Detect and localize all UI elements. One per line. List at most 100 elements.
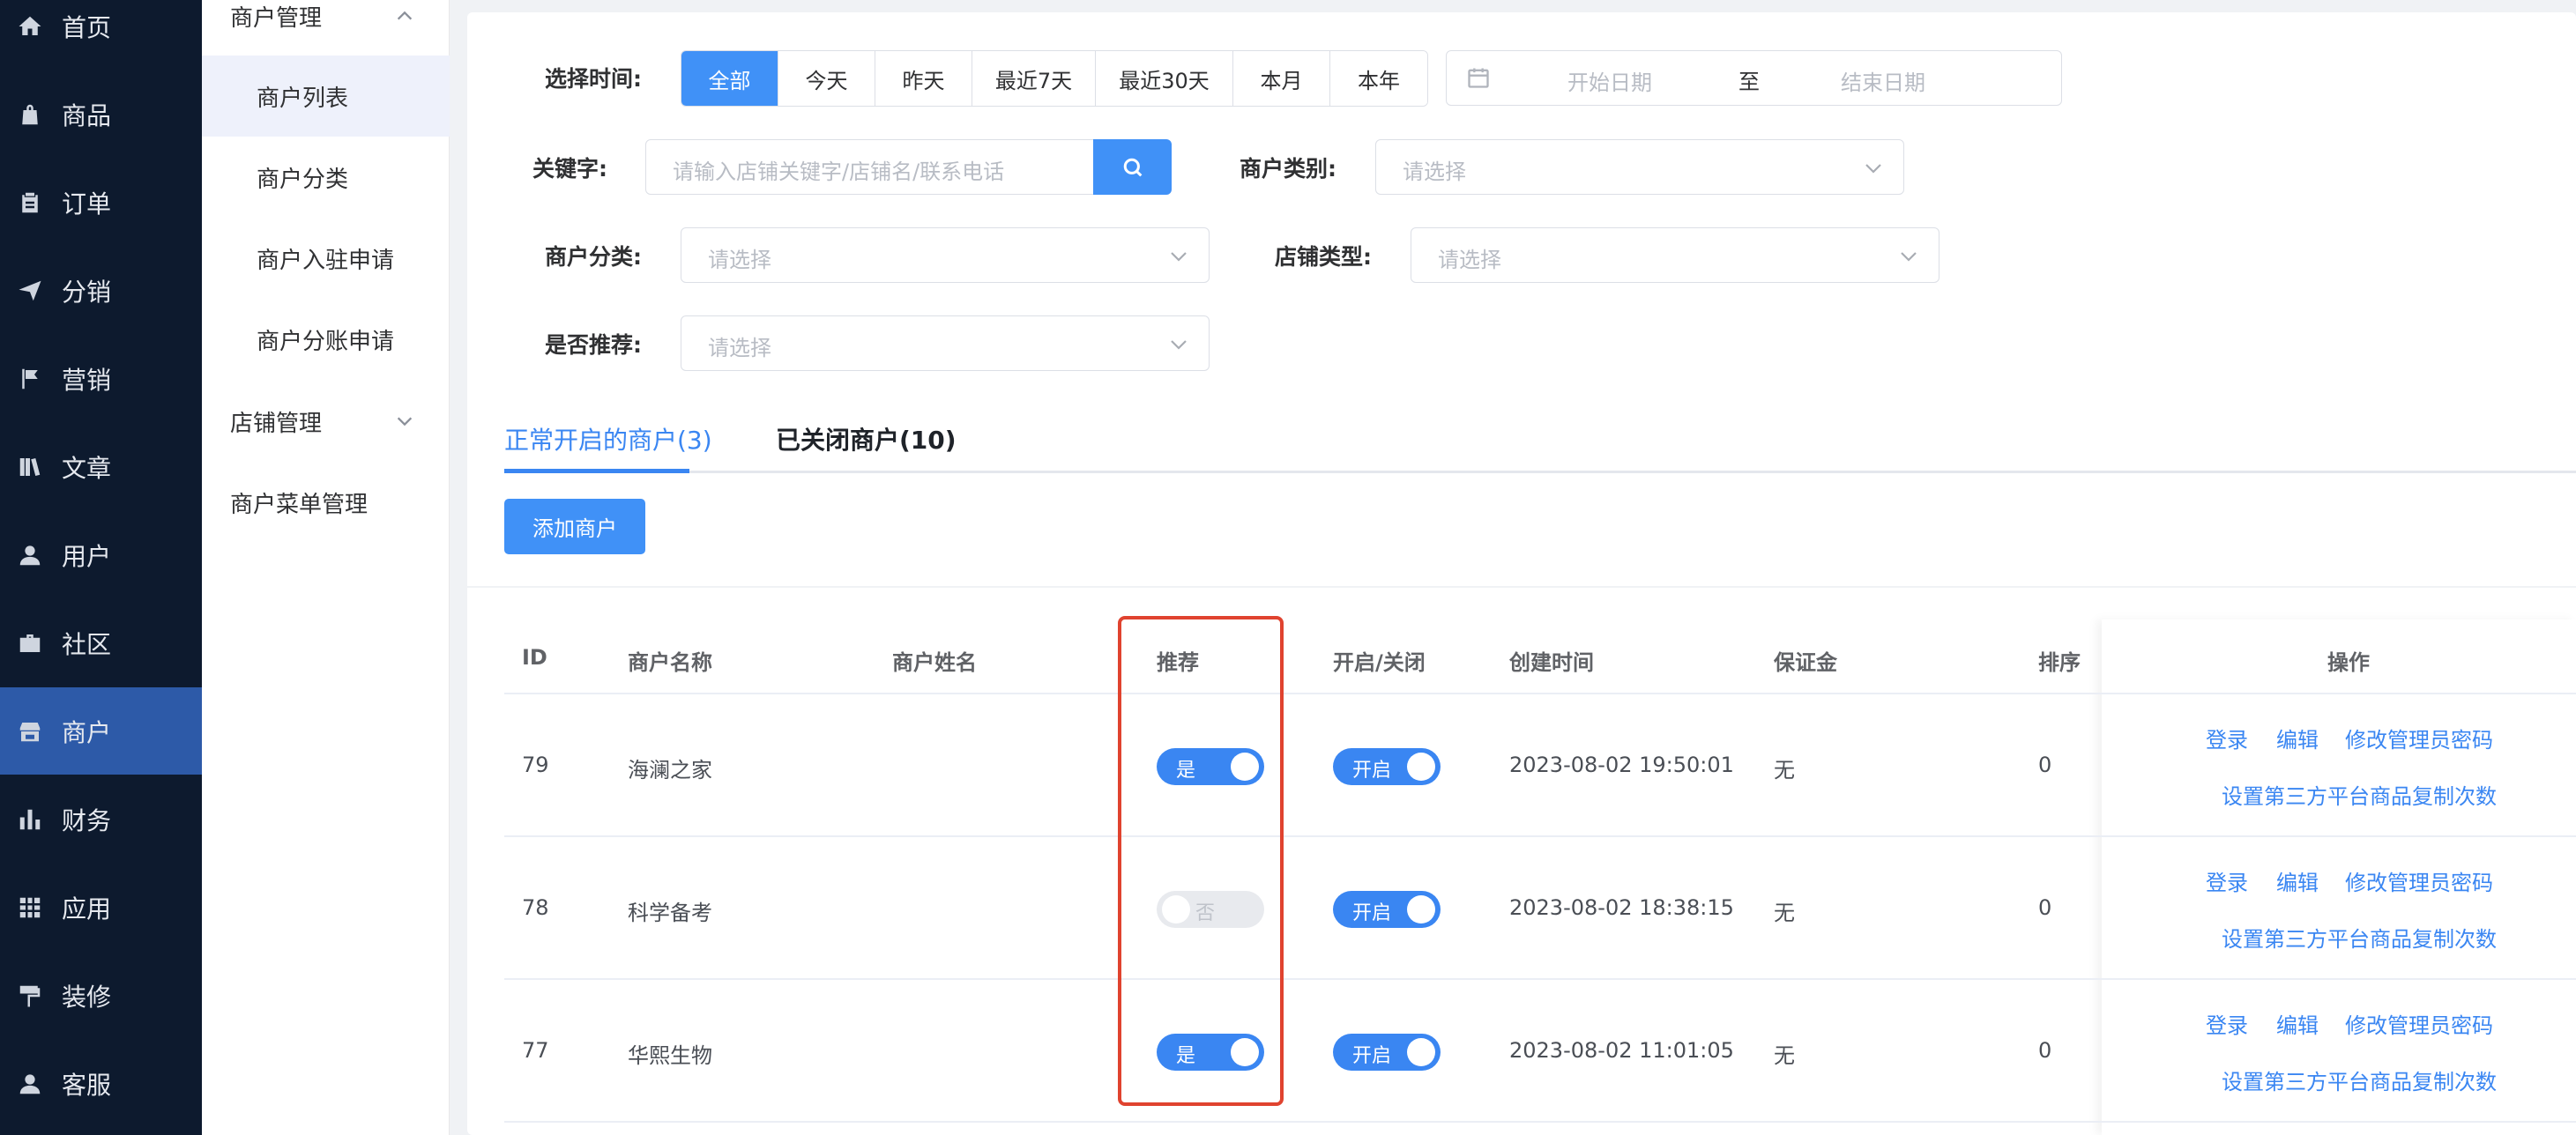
date-range-picker[interactable]: 开始日期 至 结束日期 xyxy=(1446,50,2062,106)
time-option-30days[interactable]: 最近30天 xyxy=(1096,51,1233,106)
col-header-created: 创建时间 xyxy=(1509,650,1594,675)
select-placeholder: 请选择 xyxy=(1403,159,1466,184)
nav-item-articles[interactable]: 文章 xyxy=(0,423,202,510)
chevron-up-icon xyxy=(395,5,414,25)
nav-item-distribution[interactable]: 分销 xyxy=(0,247,202,334)
time-option-7days[interactable]: 最近7天 xyxy=(972,51,1096,106)
store-type-label: 店铺类型: xyxy=(1275,244,1372,270)
nav-item-apps[interactable]: 应用 xyxy=(0,864,202,951)
subnav-item-label: 商户分类 xyxy=(257,166,349,193)
login-link[interactable]: 登录 xyxy=(2206,1008,2248,1039)
cell-created: 2023-08-02 19:50:01 xyxy=(1509,753,1734,777)
grid-icon xyxy=(16,894,44,922)
edit-link[interactable]: 编辑 xyxy=(2276,1008,2319,1039)
cell-created: 2023-08-02 11:01:05 xyxy=(1509,1038,1734,1063)
nav-item-label: 应用 xyxy=(62,894,112,924)
subnav-item-merchant-category[interactable]: 商户分类 xyxy=(202,137,450,218)
nav-item-goods[interactable]: 商品 xyxy=(0,70,202,158)
keyword-input[interactable]: 请输入店铺关键字/店铺名/联系电话 xyxy=(645,139,1095,195)
recommend-filter-label: 是否推荐: xyxy=(545,332,642,358)
merchant-type-select[interactable]: 请选择 xyxy=(1375,139,1904,195)
date-range-separator: 至 xyxy=(1738,70,1760,94)
merchant-category-select[interactable]: 请选择 xyxy=(681,227,1210,283)
nav-item-label: 商户 xyxy=(62,717,112,747)
edit-link[interactable]: 编辑 xyxy=(2276,723,2319,753)
home-icon xyxy=(16,12,44,41)
open-switch[interactable]: 开启 xyxy=(1333,1034,1441,1071)
nav-item-users[interactable]: 用户 xyxy=(0,511,202,598)
select-placeholder: 请选择 xyxy=(1438,248,1501,272)
set-copy-count-link[interactable]: 设置第三方平台商品复制次数 xyxy=(2222,779,2497,810)
user-icon xyxy=(16,541,44,569)
edit-link[interactable]: 编辑 xyxy=(2276,865,2319,896)
clipboard-icon xyxy=(16,189,44,217)
search-button[interactable] xyxy=(1093,139,1172,195)
subnav-item-merchant-list[interactable]: 商户列表 xyxy=(202,56,450,137)
time-option-year[interactable]: 本年 xyxy=(1330,51,1427,106)
nav-item-service[interactable]: 客服 xyxy=(0,1040,202,1127)
nav-item-label: 文章 xyxy=(62,453,112,483)
subnav-group-merchant-management[interactable]: 商户管理 xyxy=(202,0,450,51)
tab-open-merchants[interactable]: 正常开启的商户(3) xyxy=(504,421,712,456)
nav-item-label: 营销 xyxy=(62,365,112,395)
change-password-link[interactable]: 修改管理员密码 xyxy=(2345,865,2493,896)
change-password-link[interactable]: 修改管理员密码 xyxy=(2345,1008,2493,1039)
cell-name: 华熙生物 xyxy=(628,1043,712,1068)
book-icon xyxy=(16,453,44,481)
nav-item-label: 商品 xyxy=(62,100,112,130)
col-header-toggle: 开启/关闭 xyxy=(1333,650,1426,675)
nav-item-home[interactable]: 首页 xyxy=(0,0,202,70)
set-copy-count-link[interactable]: 设置第三方平台商品复制次数 xyxy=(2222,1065,2497,1095)
set-copy-count-link[interactable]: 设置第三方平台商品复制次数 xyxy=(2222,922,2497,953)
subnav-group-label: 商户菜单管理 xyxy=(230,491,369,518)
row-divider xyxy=(504,1121,2576,1123)
subnav-item-split-apply[interactable]: 商户分账申请 xyxy=(202,299,450,380)
row-divider xyxy=(504,693,2576,694)
col-header-deposit: 保证金 xyxy=(1774,650,1837,675)
subnav-item-merchant-apply[interactable]: 商户入驻申请 xyxy=(202,218,450,299)
col-header-sort: 排序 xyxy=(2038,650,2081,675)
nav-item-merchant[interactable]: 商户 xyxy=(0,687,202,775)
time-filter-label: 选择时间: xyxy=(545,66,642,92)
store-type-select[interactable]: 请选择 xyxy=(1411,227,1939,283)
calendar-icon xyxy=(1466,65,1491,90)
nav-item-label: 订单 xyxy=(62,189,112,219)
open-switch[interactable]: 开启 xyxy=(1333,891,1441,928)
col-header-name: 商户名称 xyxy=(628,650,712,675)
recommend-select[interactable]: 请选择 xyxy=(681,315,1210,371)
subnav-group-merchant-menu[interactable]: 商户菜单管理 xyxy=(202,467,450,538)
login-link[interactable]: 登录 xyxy=(2206,865,2248,896)
open-switch[interactable]: 开启 xyxy=(1333,748,1441,785)
shop-icon xyxy=(16,717,44,746)
time-option-today[interactable]: 今天 xyxy=(778,51,875,106)
login-link[interactable]: 登录 xyxy=(2206,723,2248,753)
cell-name: 科学备考 xyxy=(628,901,712,925)
time-option-month[interactable]: 本月 xyxy=(1233,51,1330,106)
nav-item-marketing[interactable]: 营销 xyxy=(0,335,202,422)
chevron-down-icon xyxy=(1168,246,1189,267)
tab-divider xyxy=(504,471,2576,473)
paint-roller-icon xyxy=(16,982,44,1010)
time-option-yesterday[interactable]: 昨天 xyxy=(875,51,972,106)
select-placeholder: 请选择 xyxy=(708,336,771,360)
nav-item-orders[interactable]: 订单 xyxy=(0,159,202,246)
bag-icon xyxy=(16,100,44,129)
tab-closed-merchants[interactable]: 已关闭商户(10) xyxy=(776,421,957,456)
highlight-box xyxy=(1118,616,1284,1106)
bar-chart-icon xyxy=(16,805,44,834)
subnav-group-store-management[interactable]: 店铺管理 xyxy=(202,386,450,456)
nav-item-finance[interactable]: 财务 xyxy=(0,775,202,863)
end-date-field[interactable]: 结束日期 xyxy=(1841,65,1925,96)
add-merchant-button[interactable]: 添加商户 xyxy=(504,499,645,554)
chevron-down-icon xyxy=(1168,334,1189,355)
time-option-all[interactable]: 全部 xyxy=(681,51,778,106)
change-password-link[interactable]: 修改管理员密码 xyxy=(2345,723,2493,753)
nav-item-decoration[interactable]: 装修 xyxy=(0,952,202,1039)
cell-sort: 0 xyxy=(2038,1038,2052,1063)
keyword-label: 关键字: xyxy=(532,156,607,182)
subnav-group-label: 商户管理 xyxy=(230,4,323,32)
nav-item-community[interactable]: 社区 xyxy=(0,599,202,686)
time-range-segmented: 全部 今天 昨天 最近7天 最近30天 本月 本年 xyxy=(681,50,1428,107)
headset-user-icon xyxy=(16,1070,44,1098)
start-date-field[interactable]: 开始日期 xyxy=(1567,65,1652,96)
